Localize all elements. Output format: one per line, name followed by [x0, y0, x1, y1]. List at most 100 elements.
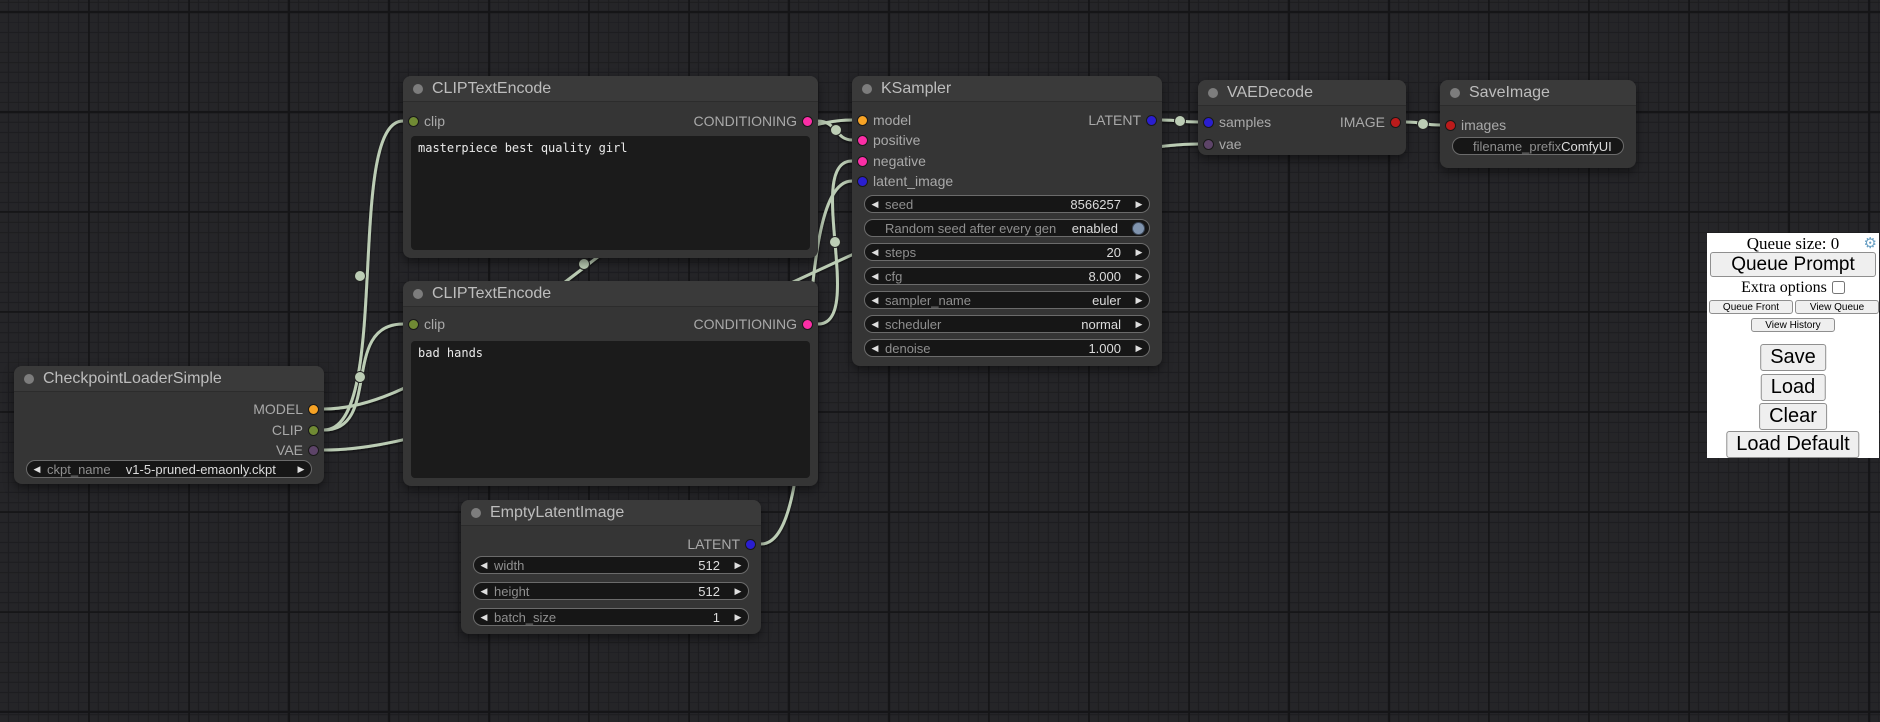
vae-output-slot[interactable] — [308, 445, 319, 456]
ckpt-name-widget[interactable]: ◀ ckpt_name v1-5-pruned-emaonly.ckpt ▶ — [26, 460, 312, 478]
increment-arrow-icon[interactable]: ▶ — [1129, 295, 1149, 306]
view-history-button[interactable]: View History — [1751, 318, 1835, 332]
increment-arrow-icon[interactable]: ▶ — [1129, 343, 1149, 354]
increment-arrow-icon[interactable]: ▶ — [291, 464, 311, 475]
widget-label: height — [494, 584, 529, 599]
queue-front-button[interactable]: Queue Front — [1709, 300, 1793, 314]
width-widget[interactable]: ◀ width 512 ▶ — [473, 556, 749, 574]
conditioning-output-slot[interactable] — [802, 319, 813, 330]
node-title-bar[interactable]: CheckpointLoaderSimple — [14, 366, 324, 392]
decrement-arrow-icon[interactable]: ◀ — [474, 560, 494, 571]
node-title-bar[interactable]: SaveImage — [1440, 80, 1636, 106]
node-checkpoint-loader[interactable]: CheckpointLoaderSimple MODEL CLIP VAE ◀ … — [14, 366, 324, 484]
increment-arrow-icon[interactable]: ▶ — [1129, 247, 1149, 258]
view-queue-button[interactable]: View Queue — [1795, 300, 1879, 314]
positive-prompt-textarea[interactable]: masterpiece best quality girl — [411, 136, 810, 250]
node-collapse-dot-icon[interactable] — [413, 84, 423, 94]
node-ksampler[interactable]: KSampler model LATENT positive negative … — [852, 76, 1162, 366]
input-label: model — [873, 110, 911, 130]
latent-output-slot[interactable] — [1146, 115, 1157, 126]
node-graph-canvas[interactable]: CheckpointLoaderSimple MODEL CLIP VAE ◀ … — [0, 0, 1880, 722]
node-empty-latent-image[interactable]: EmptyLatentImage LATENT ◀ width 512 ▶ ◀ … — [461, 500, 761, 634]
latent-image-input-slot[interactable] — [857, 176, 868, 187]
sampler-name-widget[interactable]: ◀ sampler_name euler ▶ — [864, 291, 1150, 309]
node-clip-text-encode-negative[interactable]: CLIPTextEncode clip CONDITIONING bad han… — [403, 281, 818, 486]
clip-output-slot[interactable] — [308, 425, 319, 436]
clip-input-slot[interactable] — [408, 116, 419, 127]
positive-input-slot[interactable] — [857, 135, 868, 146]
output-label: MODEL — [253, 399, 303, 419]
increment-arrow-icon[interactable]: ▶ — [728, 560, 748, 571]
decrement-arrow-icon[interactable]: ◀ — [865, 247, 885, 258]
model-input-slot[interactable] — [857, 115, 868, 126]
node-title-bar[interactable]: CLIPTextEncode — [403, 76, 818, 102]
output-label: IMAGE — [1340, 112, 1385, 132]
scheduler-widget[interactable]: ◀ scheduler normal ▶ — [864, 315, 1150, 333]
output-label: VAE — [276, 440, 303, 460]
node-collapse-dot-icon[interactable] — [24, 374, 34, 384]
increment-arrow-icon[interactable]: ▶ — [1129, 319, 1149, 330]
increment-arrow-icon[interactable]: ▶ — [1129, 271, 1149, 282]
decrement-arrow-icon[interactable]: ◀ — [474, 612, 494, 623]
decrement-arrow-icon[interactable]: ◀ — [865, 271, 885, 282]
cfg-widget[interactable]: ◀ cfg 8.000 ▶ — [864, 267, 1150, 285]
image-output-slot[interactable] — [1390, 117, 1401, 128]
node-collapse-dot-icon[interactable] — [1208, 88, 1218, 98]
samples-input-slot[interactable] — [1203, 117, 1214, 128]
slot-row: samples IMAGE — [1198, 112, 1406, 132]
negative-input-slot[interactable] — [857, 156, 868, 167]
node-collapse-dot-icon[interactable] — [471, 508, 481, 518]
save-button[interactable]: Save — [1760, 344, 1826, 371]
decrement-arrow-icon[interactable]: ◀ — [865, 199, 885, 210]
wire-midpoint-dot — [355, 372, 366, 383]
node-title-bar[interactable]: EmptyLatentImage — [461, 500, 761, 526]
height-widget[interactable]: ◀ height 512 ▶ — [473, 582, 749, 600]
node-vae-decode[interactable]: VAEDecode samples IMAGE vae — [1198, 80, 1406, 155]
output-label: CONDITIONING — [694, 111, 797, 131]
increment-arrow-icon[interactable]: ▶ — [728, 586, 748, 597]
node-title: SaveImage — [1469, 84, 1550, 102]
node-save-image[interactable]: SaveImage images filename_prefix ComfyUI — [1440, 80, 1636, 168]
wire-midpoint-dot — [830, 237, 841, 248]
queue-prompt-button[interactable]: Queue Prompt — [1710, 252, 1876, 277]
vae-input-slot[interactable] — [1203, 139, 1214, 150]
load-button[interactable]: Load — [1761, 374, 1826, 401]
denoise-widget[interactable]: ◀ denoise 1.000 ▶ — [864, 339, 1150, 357]
model-output-slot[interactable] — [308, 404, 319, 415]
widget-value: 8566257 — [913, 197, 1129, 212]
settings-gear-icon[interactable]: ⚙ — [1864, 234, 1877, 252]
node-collapse-dot-icon[interactable] — [413, 289, 423, 299]
toggle-enabled-icon[interactable] — [1132, 222, 1145, 235]
decrement-arrow-icon[interactable]: ◀ — [865, 343, 885, 354]
increment-arrow-icon[interactable]: ▶ — [1129, 199, 1149, 210]
seed-widget[interactable]: ◀ seed 8566257 ▶ — [864, 195, 1150, 213]
batch-size-widget[interactable]: ◀ batch_size 1 ▶ — [473, 608, 749, 626]
steps-widget[interactable]: ◀ steps 20 ▶ — [864, 243, 1150, 261]
decrement-arrow-icon[interactable]: ◀ — [865, 319, 885, 330]
random-seed-toggle-widget[interactable]: Random seed after every gen enabled — [864, 219, 1150, 237]
conditioning-output-slot[interactable] — [802, 116, 813, 127]
clear-button[interactable]: Clear — [1759, 403, 1827, 430]
decrement-arrow-icon[interactable]: ◀ — [27, 464, 47, 475]
filename-prefix-widget[interactable]: filename_prefix ComfyUI — [1452, 137, 1624, 155]
node-title-bar[interactable]: VAEDecode — [1198, 80, 1406, 106]
negative-prompt-textarea[interactable]: bad hands — [411, 341, 810, 478]
node-collapse-dot-icon[interactable] — [1450, 88, 1460, 98]
slot-row: positive — [852, 130, 1162, 150]
node-collapse-dot-icon[interactable] — [862, 84, 872, 94]
decrement-arrow-icon[interactable]: ◀ — [474, 586, 494, 597]
extra-options-checkbox[interactable] — [1832, 281, 1845, 294]
output-label: LATENT — [687, 534, 740, 554]
extra-options-row: Extra options — [1707, 279, 1879, 297]
images-input-slot[interactable] — [1445, 120, 1456, 131]
output-row-latent: LATENT — [461, 534, 761, 554]
output-label: CLIP — [272, 420, 303, 440]
clip-input-slot[interactable] — [408, 319, 419, 330]
node-title-bar[interactable]: KSampler — [852, 76, 1162, 102]
node-clip-text-encode-positive[interactable]: CLIPTextEncode clip CONDITIONING masterp… — [403, 76, 818, 258]
node-title-bar[interactable]: CLIPTextEncode — [403, 281, 818, 307]
load-default-button[interactable]: Load Default — [1726, 431, 1859, 458]
latent-output-slot[interactable] — [745, 539, 756, 550]
decrement-arrow-icon[interactable]: ◀ — [865, 295, 885, 306]
increment-arrow-icon[interactable]: ▶ — [728, 612, 748, 623]
